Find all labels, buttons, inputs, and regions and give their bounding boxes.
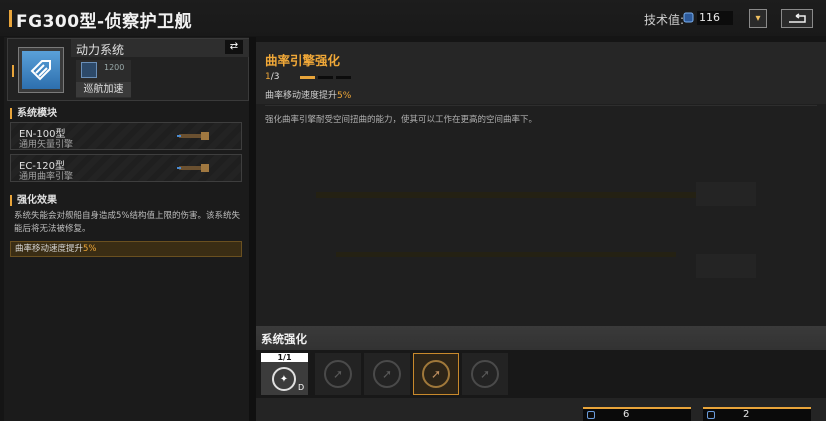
module-item-2[interactable]: EC-120型 通用曲率引擎 xyxy=(10,154,242,182)
system-name: 动力系统 xyxy=(76,43,125,57)
cost-item-1: 6 xyxy=(583,407,691,421)
back-icon xyxy=(789,13,806,23)
system-accent xyxy=(12,65,14,77)
enhance-count: 1/1 xyxy=(261,353,308,362)
cost-item-2: 2 xyxy=(703,407,811,421)
skill-card[interactable]: 1200 巡航加速 xyxy=(76,60,131,98)
effect-bar-text: 曲率移动速度提升 xyxy=(15,244,84,254)
enhance-slot-1[interactable]: ➚ xyxy=(315,353,361,395)
top-bar: FG300型-侦察护卫舰 技术值: 116 ▾ xyxy=(0,0,826,36)
engine-module-icon xyxy=(177,132,209,140)
tech-point-icon xyxy=(683,12,694,23)
dropdown-button[interactable]: ▾ xyxy=(749,9,767,28)
swap-button[interactable]: ⇄ xyxy=(225,40,243,54)
enhance-option-icon: ➚ xyxy=(324,360,352,388)
module-desc: 通用矢量引擎 xyxy=(19,140,74,150)
back-button[interactable] xyxy=(781,9,813,28)
cost-value: 2 xyxy=(743,409,750,420)
background-art xyxy=(316,192,696,198)
system-icon-frame[interactable] xyxy=(18,47,64,93)
engine-icon xyxy=(22,51,60,89)
title-accent xyxy=(9,10,12,27)
system-header: 动力系统 ⇄ xyxy=(71,39,249,57)
enhance-grade: D xyxy=(298,383,305,392)
detail-effect-text: 曲率移动速度提升 xyxy=(265,91,338,101)
chevron-down-icon: ▾ xyxy=(755,13,761,24)
detail-effect: 曲率移动速度提升5% xyxy=(265,88,351,101)
detail-effect-value: 5% xyxy=(337,91,352,101)
page-title: FG300型-侦察护卫舰 xyxy=(16,12,193,32)
enhance-slot-4[interactable]: ➚ xyxy=(462,353,508,395)
detail-panel: 曲率引擎强化 1/3 曲率移动速度提升5% 强化曲率引擎耐受空间扭曲的能力，使其… xyxy=(256,42,826,326)
effect-bar-value: 5% xyxy=(83,244,97,254)
module-desc: 通用曲率引擎 xyxy=(19,172,74,182)
enhance-body: 1/1 ✦ D ➚ ➚ ➚ ➚ 6 2 xyxy=(256,350,826,421)
skill-number: 1200 xyxy=(104,63,125,72)
background-art xyxy=(336,252,676,257)
effect-text: 系统失能会对舰船自身造成5%结构值上限的伤害。该系统失能后将无法被修复。 xyxy=(14,211,240,234)
background-art xyxy=(696,182,756,206)
tech-value: 116 xyxy=(697,11,733,25)
detail-title: 曲率引擎强化 xyxy=(265,53,341,68)
cost-value: 6 xyxy=(623,409,630,420)
level-segment-filled xyxy=(300,76,315,79)
enhance-option-icon: ➚ xyxy=(471,360,499,388)
enhance-option-icon: ➚ xyxy=(373,360,401,388)
enhance-slot-3-selected[interactable]: ➚ xyxy=(413,353,459,395)
enhance-current-slot[interactable]: 1/1 ✦ D xyxy=(261,353,308,395)
detail-header: 曲率引擎强化 1/3 曲率移动速度提升5% xyxy=(256,42,826,104)
left-panel: 动力系统 ⇄ 1200 巡航加速 系统模块 EN-100型 通用矢量引擎 EC-… xyxy=(4,37,249,421)
level-segment xyxy=(318,76,333,79)
system-card: 动力系统 ⇄ 1200 巡航加速 xyxy=(7,38,249,101)
skill-icon xyxy=(81,62,97,78)
level-indicator: 1/3 xyxy=(265,72,280,82)
effect-bar: 曲率移动速度提升5% xyxy=(10,241,242,257)
enhance-title: 系统强化 xyxy=(261,332,307,346)
enhance-option-icon: ➚ xyxy=(422,360,450,388)
tech-point-icon xyxy=(707,411,715,419)
swap-icon: ⇄ xyxy=(229,41,239,52)
enhance-emblem-icon: ✦ xyxy=(272,367,296,391)
background-art xyxy=(696,254,756,278)
detail-description: 强化曲率引擎耐受空间扭曲的能力，使其可以工作在更高的空间曲率下。 xyxy=(265,115,538,125)
detail-divider xyxy=(265,105,817,106)
modules-title: 系统模块 xyxy=(10,108,57,119)
enhance-header: 系统强化 xyxy=(256,326,826,350)
enhance-slot-2[interactable]: ➚ xyxy=(364,353,410,395)
engine-module-icon xyxy=(177,164,209,172)
level-total: /3 xyxy=(270,72,280,82)
skill-name: 巡航加速 xyxy=(76,82,131,97)
engine-arrow-icon xyxy=(30,60,51,81)
tech-label: 技术值: xyxy=(644,13,685,27)
panel-divider xyxy=(249,37,256,421)
module-item-1[interactable]: EN-100型 通用矢量引擎 xyxy=(10,122,242,150)
tech-point-icon xyxy=(587,411,595,419)
effect-title: 强化效果 xyxy=(10,195,57,206)
level-segment xyxy=(336,76,351,79)
